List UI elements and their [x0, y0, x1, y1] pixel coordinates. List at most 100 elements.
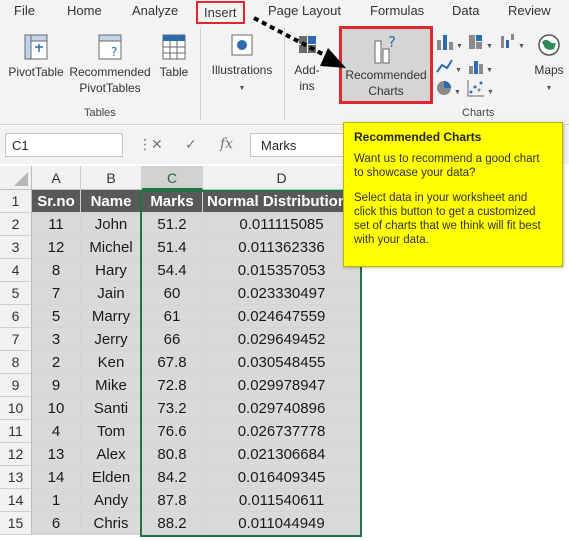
cell-c[interactable]: 66	[142, 328, 203, 351]
table-header-cell[interactable]: Normal Distribution	[203, 190, 361, 213]
cell-c[interactable]: 60	[142, 282, 203, 305]
tab-review[interactable]: Review	[508, 3, 551, 18]
cell-c[interactable]: 51.2	[142, 213, 203, 236]
column-header-b[interactable]: B	[81, 166, 142, 190]
cell-a[interactable]: 7	[32, 282, 81, 305]
cell-c[interactable]: 73.2	[142, 397, 203, 420]
recommended-pivottables-button[interactable]: ? Recommended PivotTables	[68, 32, 152, 96]
maps-button[interactable]: Maps ▼	[530, 32, 568, 97]
tab-home[interactable]: Home	[67, 3, 102, 18]
tab-insert[interactable]: Insert	[196, 1, 245, 24]
cell-c[interactable]: 67.8	[142, 351, 203, 374]
row-header[interactable]: 10	[0, 397, 32, 420]
row-header[interactable]: 5	[0, 282, 32, 305]
cell-d[interactable]: 0.026737778	[203, 420, 361, 443]
insert-function-icon[interactable]: fx	[220, 136, 233, 152]
row-header[interactable]: 4	[0, 259, 32, 282]
column-header-a[interactable]: A	[32, 166, 81, 190]
cell-b[interactable]: Michel	[81, 236, 142, 259]
cell-b[interactable]: Chris	[81, 512, 142, 535]
formula-input[interactable]: Marks	[250, 133, 346, 157]
column-header-c[interactable]: C	[142, 166, 203, 190]
cell-b[interactable]: Jerry	[81, 328, 142, 351]
cell-b[interactable]: Santi	[81, 397, 142, 420]
tab-file[interactable]: File	[14, 3, 35, 18]
pie-chart-button[interactable]: ▼	[434, 78, 464, 102]
row-header[interactable]: 6	[0, 305, 32, 328]
cell-a[interactable]: 10	[32, 397, 81, 420]
cell-b[interactable]: Jain	[81, 282, 142, 305]
cell-d[interactable]: 0.015357053	[203, 259, 361, 282]
row-header[interactable]: 14	[0, 489, 32, 512]
tab-analyze[interactable]: Analyze	[132, 3, 178, 18]
table-header-cell[interactable]: Marks	[142, 190, 203, 213]
cell-a[interactable]: 11	[32, 213, 81, 236]
enter-icon[interactable]: ✓	[185, 136, 197, 153]
row-header[interactable]: 11	[0, 420, 32, 443]
line-chart-button[interactable]: ▼	[434, 56, 464, 80]
cell-a[interactable]: 9	[32, 374, 81, 397]
table-button[interactable]: Table	[154, 32, 194, 80]
cell-b[interactable]: Elden	[81, 466, 142, 489]
cell-d[interactable]: 0.021306684	[203, 443, 361, 466]
pivottable-button[interactable]: PivotTable	[6, 32, 66, 80]
cell-a[interactable]: 4	[32, 420, 81, 443]
cell-d[interactable]: 0.024647559	[203, 305, 361, 328]
row-header[interactable]: 12	[0, 443, 32, 466]
row-header[interactable]: 2	[0, 213, 32, 236]
cell-c[interactable]: 51.4	[142, 236, 203, 259]
cell-d[interactable]: 0.016409345	[203, 466, 361, 489]
cell-b[interactable]: Mike	[81, 374, 142, 397]
cancel-icon[interactable]: ✕	[151, 136, 163, 153]
cell-b[interactable]: Hary	[81, 259, 142, 282]
cell-c[interactable]: 61	[142, 305, 203, 328]
row-header[interactable]: 7	[0, 328, 32, 351]
row-header[interactable]: 15	[0, 512, 32, 535]
cell-c[interactable]: 76.6	[142, 420, 203, 443]
cell-a[interactable]: 14	[32, 466, 81, 489]
scatter-chart-button[interactable]: ▼	[466, 78, 496, 102]
cell-a[interactable]: 2	[32, 351, 81, 374]
cell-a[interactable]: 3	[32, 328, 81, 351]
cell-b[interactable]: John	[81, 213, 142, 236]
cell-c[interactable]: 54.4	[142, 259, 203, 282]
column-chart-button[interactable]: ▼	[434, 32, 464, 56]
cell-d[interactable]: 0.029740896	[203, 397, 361, 420]
row-header[interactable]: 1	[0, 190, 32, 213]
cell-a[interactable]: 8	[32, 259, 81, 282]
cell-d[interactable]: 0.023330497	[203, 282, 361, 305]
cell-d[interactable]: 0.011044949	[203, 512, 361, 535]
cell-d[interactable]: 0.011362336	[203, 236, 361, 259]
cell-d[interactable]: 0.011540611	[203, 489, 361, 512]
cell-a[interactable]: 5	[32, 305, 81, 328]
cell-b[interactable]: Marry	[81, 305, 142, 328]
cell-d[interactable]: 0.030548455	[203, 351, 361, 374]
corner-select-all[interactable]	[0, 166, 32, 190]
cell-d[interactable]: 0.029649452	[203, 328, 361, 351]
tab-formulas[interactable]: Formulas	[370, 3, 424, 18]
table-header-cell[interactable]: Sr.no	[32, 190, 81, 213]
table-header-cell[interactable]: Name	[81, 190, 142, 213]
cell-b[interactable]: Tom	[81, 420, 142, 443]
cell-b[interactable]: Alex	[81, 443, 142, 466]
cell-b[interactable]: Andy	[81, 489, 142, 512]
column-header-d[interactable]: D	[203, 166, 361, 190]
hierarchy-chart-button[interactable]: ▼	[466, 32, 496, 56]
cell-a[interactable]: 13	[32, 443, 81, 466]
cell-a[interactable]: 6	[32, 512, 81, 535]
cell-a[interactable]: 12	[32, 236, 81, 259]
row-header[interactable]: 8	[0, 351, 32, 374]
cell-a[interactable]: 1	[32, 489, 81, 512]
row-header[interactable]: 13	[0, 466, 32, 489]
cell-d[interactable]: 0.029978947	[203, 374, 361, 397]
cell-b[interactable]: Ken	[81, 351, 142, 374]
cell-c[interactable]: 72.8	[142, 374, 203, 397]
cell-c[interactable]: 88.2	[142, 512, 203, 535]
cell-c[interactable]: 84.2	[142, 466, 203, 489]
statistic-chart-button[interactable]: ▼	[466, 56, 496, 80]
waterfall-chart-button[interactable]: ▼	[498, 32, 528, 56]
cell-d[interactable]: 0.011115085	[203, 213, 361, 236]
tab-data[interactable]: Data	[452, 3, 479, 18]
row-header[interactable]: 9	[0, 374, 32, 397]
name-box[interactable]: C1	[5, 133, 123, 157]
